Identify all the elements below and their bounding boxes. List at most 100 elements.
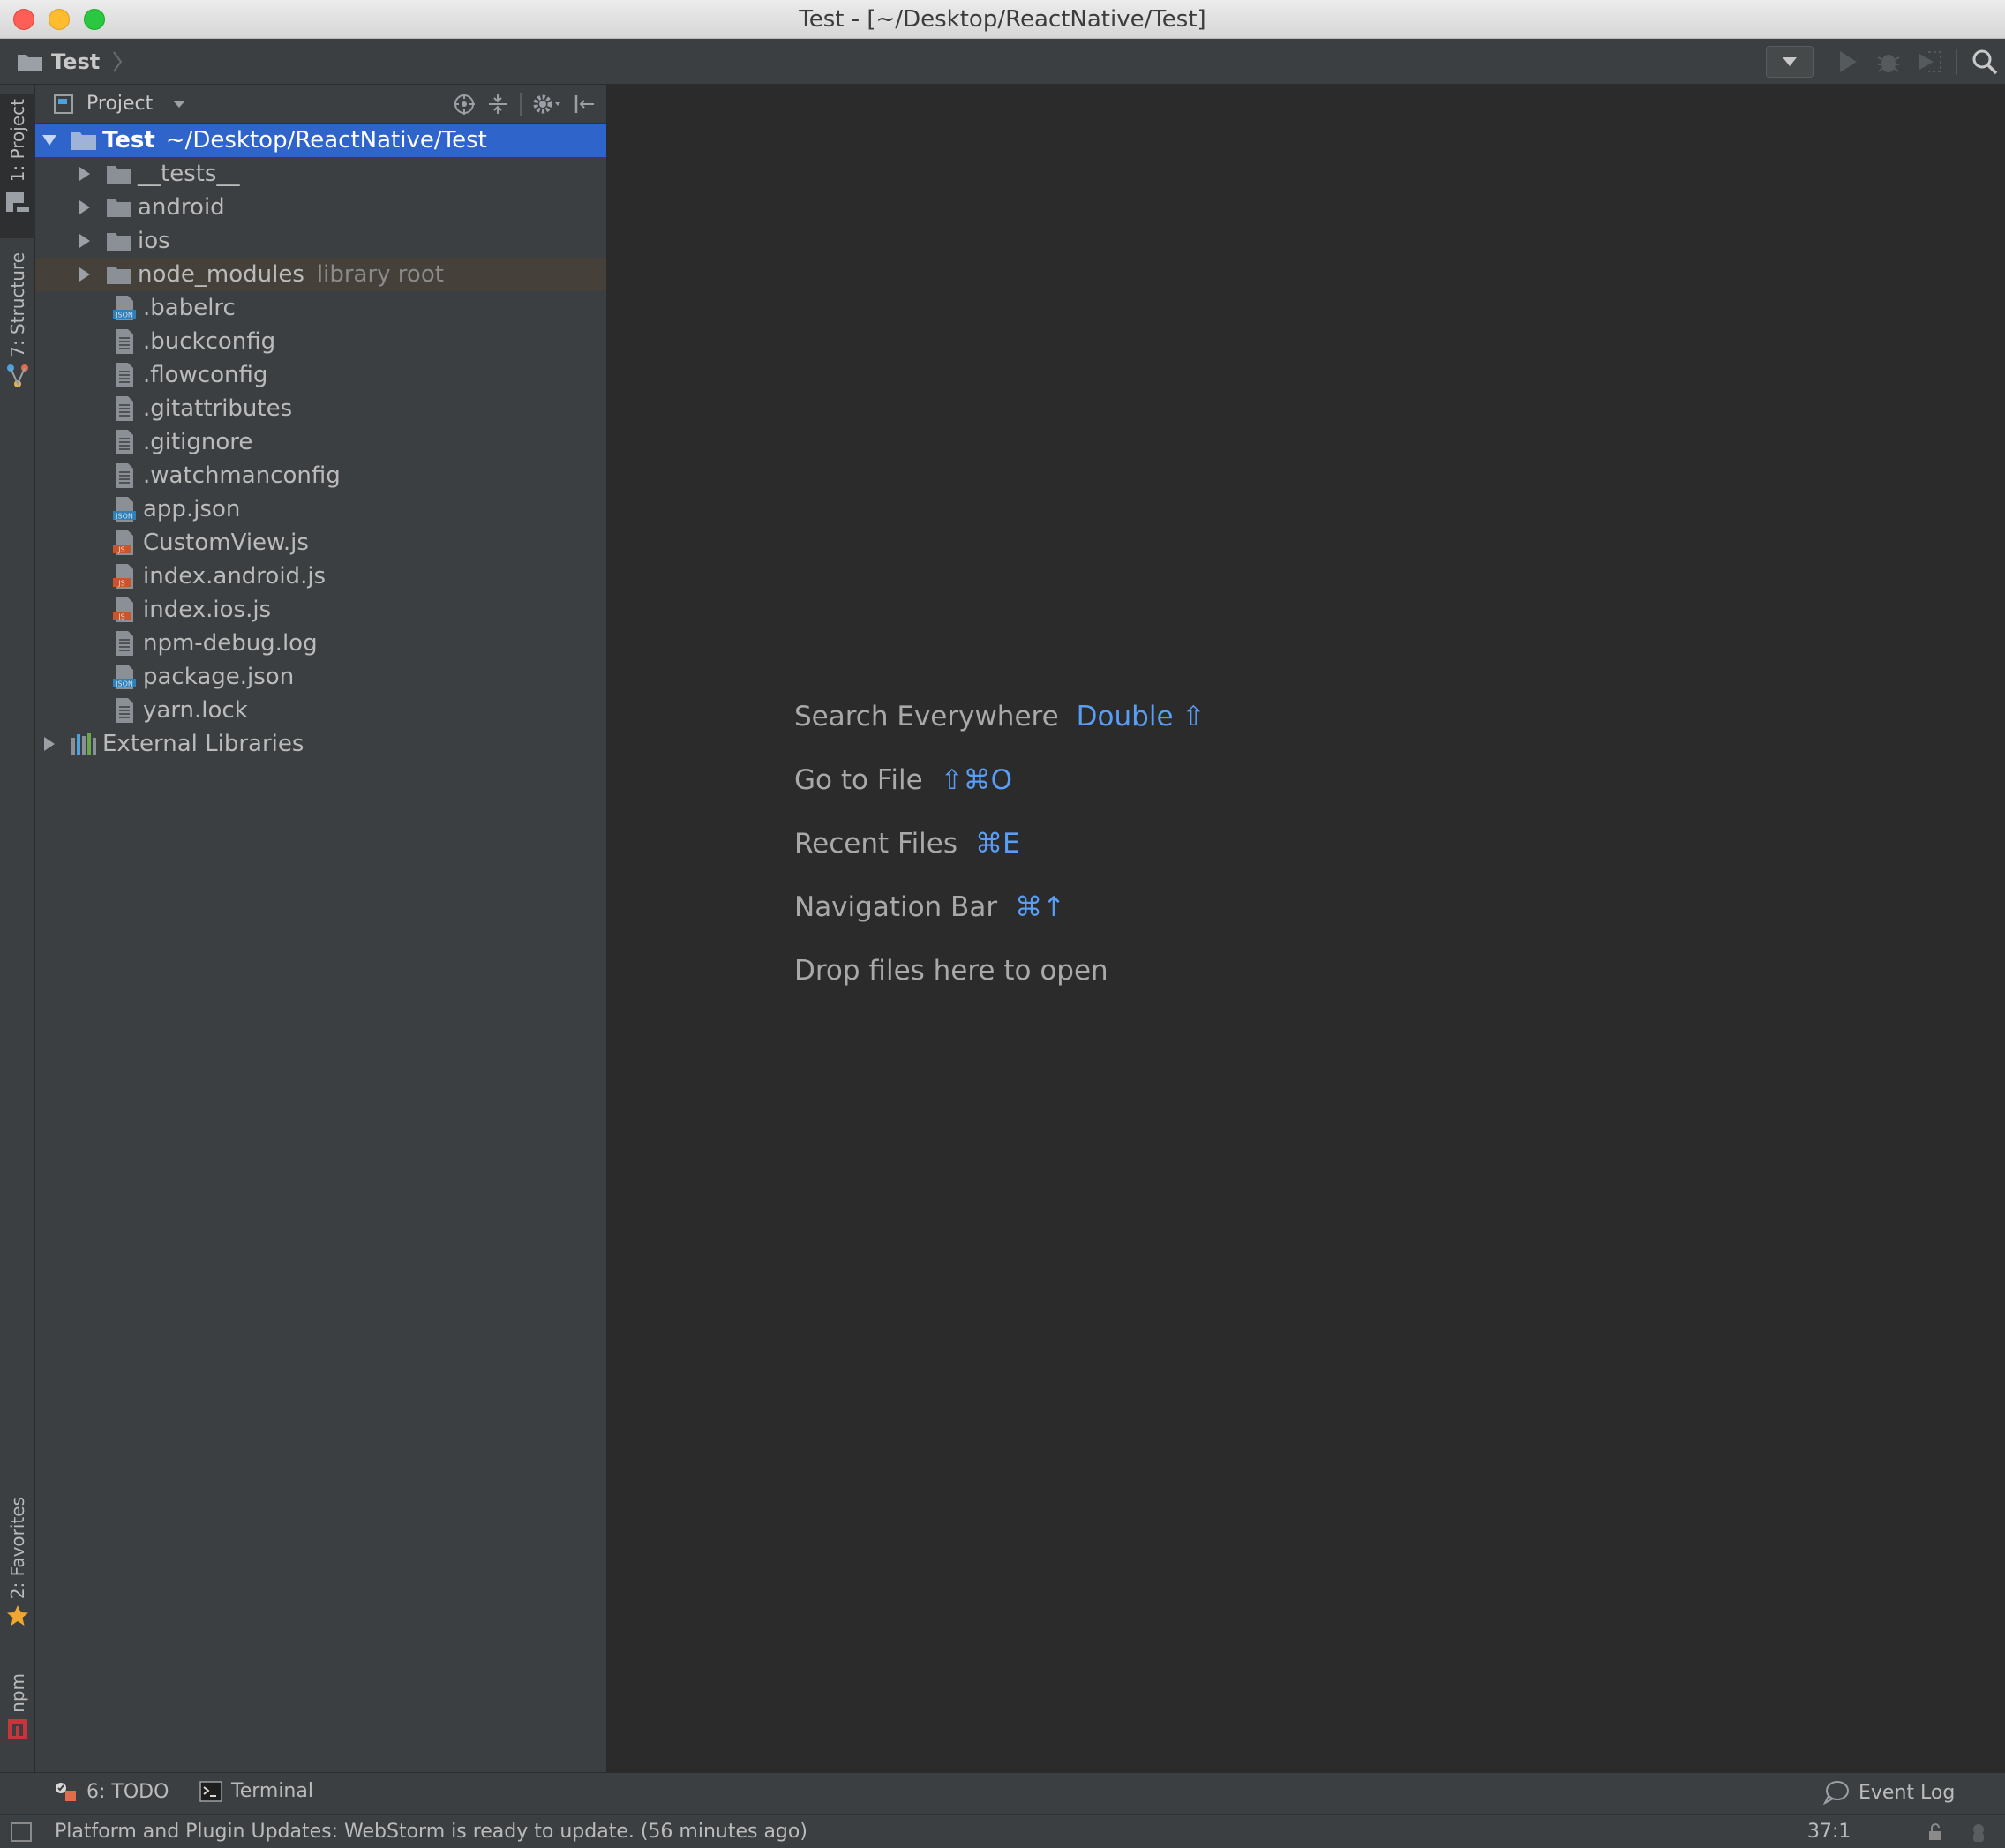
- tool-tab-structure[interactable]: 7: Structure: [0, 252, 35, 394]
- chevron-right-icon[interactable]: [76, 165, 94, 183]
- tool-tab-todo[interactable]: 6: TODO: [53, 1780, 169, 1803]
- chevron-right-icon[interactable]: [76, 199, 94, 216]
- folder-name: __tests__: [138, 161, 240, 187]
- chevron-down-icon: [1783, 57, 1797, 66]
- debug-button[interactable]: [1868, 44, 1909, 79]
- folder-name: node_modules: [138, 261, 304, 288]
- tree-file[interactable]: .gitattributes: [35, 392, 606, 425]
- chevron-right-icon[interactable]: [41, 735, 58, 753]
- window-title: Test - [~/Desktop/ReactNative/Test]: [799, 6, 1206, 33]
- tool-tab-terminal-label[interactable]: Terminal: [231, 1780, 313, 1802]
- tree-file[interactable]: JSON .babelrc: [35, 291, 606, 325]
- folder-icon: [106, 194, 132, 221]
- folder-name: ios: [138, 228, 170, 254]
- hint-label: Recent Files: [794, 828, 958, 860]
- hint-recent-files: Recent Files ⌘E: [794, 812, 1205, 875]
- external-libraries-label: External Libraries: [102, 731, 304, 757]
- svg-text:JSON: JSON: [115, 513, 133, 521]
- tree-file[interactable]: JS index.ios.js: [35, 593, 606, 627]
- breadcrumb-label[interactable]: Test: [51, 49, 100, 74]
- terminal-icon: [199, 1780, 222, 1802]
- toolbar-separator: [520, 93, 522, 116]
- project-tree: Test ~/Desktop/ReactNative/Test __tests_…: [35, 124, 606, 761]
- chevron-right-icon[interactable]: [76, 232, 94, 250]
- scroll-from-source-button[interactable]: [447, 90, 481, 118]
- tree-file[interactable]: npm-debug.log: [35, 627, 606, 660]
- search-icon: [1972, 49, 1998, 75]
- hint-search-everywhere: Search Everywhere Double ⇧: [794, 685, 1205, 748]
- chevron-down-icon[interactable]: [172, 100, 186, 109]
- structure-icon: [7, 364, 28, 387]
- json-file-icon: JSON: [111, 496, 138, 522]
- svg-text:JSON: JSON: [115, 312, 133, 319]
- project-view-selector[interactable]: Project: [86, 93, 153, 115]
- inspector-icon[interactable]: [1968, 1822, 1989, 1844]
- run-configuration-dropdown[interactable]: [1766, 46, 1814, 78]
- svg-text:JSON: JSON: [115, 680, 133, 688]
- file-name: .babelrc: [143, 295, 236, 321]
- file-name: app.json: [143, 496, 241, 522]
- tree-root-test[interactable]: Test ~/Desktop/ReactNative/Test: [35, 124, 606, 157]
- hide-panel-button[interactable]: [567, 90, 601, 118]
- coverage-icon: [1919, 51, 1941, 72]
- svg-text:JS: JS: [117, 580, 124, 588]
- tree-folder-node-modules[interactable]: node_modules library root: [35, 258, 606, 291]
- tool-tab-todo-label[interactable]: 6: TODO: [86, 1781, 169, 1803]
- tree-file[interactable]: .gitignore: [35, 425, 606, 459]
- caret-position[interactable]: 37:1: [1807, 1821, 1851, 1843]
- tree-file[interactable]: JS index.android.js: [35, 560, 606, 593]
- tree-file[interactable]: JSON package.json: [35, 660, 606, 694]
- libraries-icon: [71, 731, 97, 757]
- project-icon: [6, 192, 29, 213]
- lock-icon[interactable]: [1926, 1822, 1945, 1842]
- settings-button[interactable]: [527, 90, 567, 118]
- tree-file[interactable]: .buckconfig: [35, 325, 606, 358]
- tree-file[interactable]: yarn.lock: [35, 694, 606, 727]
- tree-folder-android[interactable]: android: [35, 191, 606, 224]
- tool-tab-project[interactable]: 1: Project: [0, 94, 35, 238]
- tool-tab-npm[interactable]: npm: [0, 1673, 35, 1762]
- text-file-icon: [111, 362, 138, 388]
- speech-bubble-icon: [1823, 1781, 1849, 1805]
- js-file-icon: JS: [111, 597, 138, 623]
- tree-file[interactable]: .watchmanconfig: [35, 459, 606, 492]
- tree-file[interactable]: JSON app.json: [35, 492, 606, 526]
- tool-tab-event-log[interactable]: Event Log: [1823, 1780, 1955, 1805]
- gear-icon: [533, 94, 560, 114]
- hint-drop-files: Drop files here to open: [794, 939, 1205, 1003]
- file-name: .gitignore: [143, 429, 253, 455]
- tree-external-libraries[interactable]: External Libraries: [35, 727, 606, 761]
- tree-folder-tests[interactable]: __tests__: [35, 157, 606, 191]
- tool-tab-npm-label[interactable]: npm: [7, 1673, 28, 1713]
- tree-file[interactable]: .flowconfig: [35, 358, 606, 392]
- navbar-actions: [1766, 44, 2005, 79]
- file-name: .buckconfig: [143, 328, 276, 355]
- tree-file[interactable]: JS CustomView.js: [35, 526, 606, 560]
- search-everywhere-button[interactable]: [1964, 44, 2005, 79]
- chevron-down-icon[interactable]: [41, 131, 58, 149]
- toggle-tool-windows-button[interactable]: [11, 1822, 32, 1842]
- tool-tab-favorites-label[interactable]: 2: Favorites: [7, 1497, 28, 1599]
- collapse-all-button[interactable]: [481, 90, 514, 118]
- text-file-icon: [111, 462, 138, 489]
- chevron-right-icon[interactable]: [76, 266, 94, 283]
- editor-area[interactable]: Search Everywhere Double ⇧ Go to File ⇧⌘…: [608, 85, 2005, 1772]
- run-button[interactable]: [1828, 44, 1868, 79]
- tool-tab-event-log-label[interactable]: Event Log: [1859, 1782, 1955, 1804]
- breadcrumb[interactable]: Test: [18, 49, 123, 74]
- project-panel-tools: [447, 90, 601, 118]
- tool-tab-terminal[interactable]: Terminal: [199, 1780, 313, 1802]
- project-panel-header: Project: [35, 85, 606, 124]
- coverage-button[interactable]: [1909, 44, 1949, 79]
- hint-label: Drop files here to open: [794, 955, 1108, 987]
- tree-folder-ios[interactable]: ios: [35, 224, 606, 258]
- status-message[interactable]: Platform and Plugin Updates: WebStorm is…: [55, 1821, 807, 1843]
- folder-icon: [106, 161, 132, 187]
- file-name: .flowconfig: [143, 362, 268, 388]
- folder-name: android: [138, 194, 225, 221]
- tool-tab-favorites[interactable]: 2: Favorites: [0, 1497, 35, 1647]
- tool-tab-project-label[interactable]: 1: Project: [7, 99, 28, 182]
- js-file-icon: JS: [111, 563, 138, 590]
- tool-tab-structure-label[interactable]: 7: Structure: [7, 252, 28, 357]
- file-name: package.json: [143, 664, 295, 690]
